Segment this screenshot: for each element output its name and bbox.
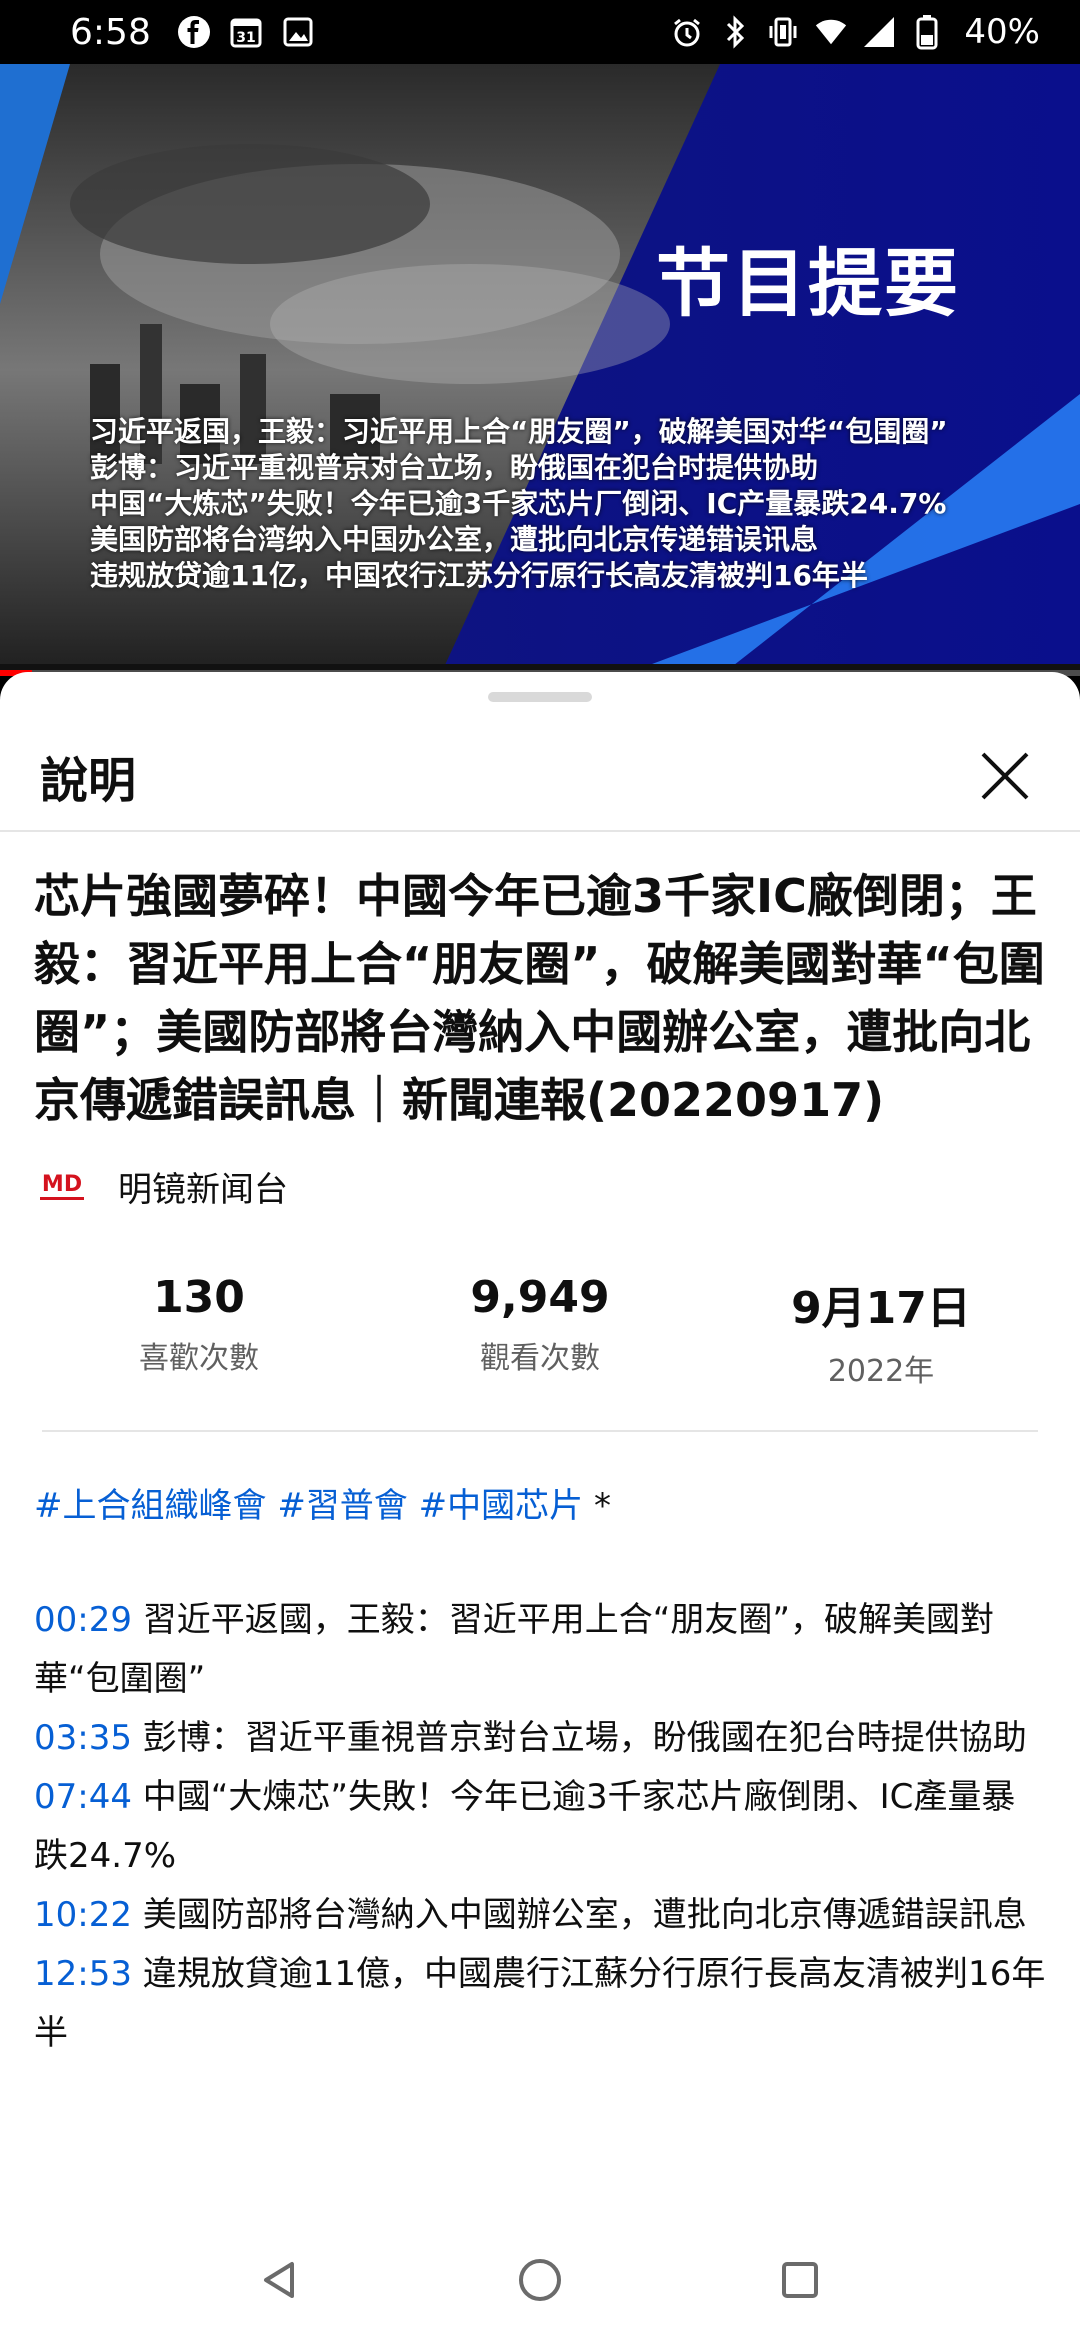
publish-year: 2022年: [827, 1354, 935, 1389]
video-line: 中国“大炼芯”失败！今年已逾3千家芯片厂倒闭、IC产量暴跌24.7%: [90, 487, 947, 520]
wifi-icon: [814, 15, 848, 49]
chapter-timestamp[interactable]: 00:29: [34, 1600, 132, 1640]
chapter-timestamp[interactable]: 07:44: [34, 1777, 132, 1817]
publish-date: 9月17日: [791, 1283, 971, 1334]
description-sheet: 說明 芯片強國夢碎！中國今年已逾3千家IC廠倒閉；王毅：習近平用上合“朋友圈”，…: [0, 672, 1080, 2340]
hashtag-link[interactable]: #上合組織峰會: [34, 1486, 267, 1526]
facebook-icon: [177, 15, 211, 49]
video-overlay-title: 节目提要: [656, 241, 960, 327]
close-button[interactable]: [970, 741, 1040, 811]
chapter-item: 00:29 習近平返國，王毅：習近平用上合“朋友圈”，破解美國對華“包圍圈”: [34, 1591, 1046, 1709]
stats-row: 130 喜歡次數 9,949 觀看次數 9月17日 2022年: [34, 1272, 1046, 1390]
back-icon: [264, 2262, 294, 2298]
likes-stat: 130 喜歡次數: [64, 1272, 334, 1390]
views-stat: 9,949 觀看次數: [405, 1272, 675, 1390]
views-count: 9,949: [470, 1272, 610, 1323]
battery-percent: 40%: [964, 12, 1040, 52]
video-line: 违规放贷逾11亿，中国农行江苏分行原行长高友清被判16年半: [90, 559, 868, 592]
likes-count: 130: [153, 1272, 245, 1323]
hashtag-link[interactable]: #習普會: [277, 1486, 408, 1526]
likes-label: 喜歡次數: [139, 1341, 259, 1376]
chapter-text: 美國防部將台灣納入中國辦公室，遭批向北京傳遞錯誤訊息: [142, 1895, 1027, 1935]
hashtags: #上合組織峰會 #習普會 #中國芯片 *: [34, 1478, 1046, 1527]
calendar-icon: 31: [229, 15, 263, 49]
hashtag-suffix: *: [593, 1486, 611, 1526]
home-icon: [519, 2259, 561, 2301]
video-player[interactable]: 节目提要 习近平返国，王毅：习近平用上合“朋友圈”，破解美国对华“包围圈” 彭博…: [0, 64, 1080, 676]
date-stat: 9月17日 2022年: [746, 1272, 1016, 1390]
video-line: 彭博：习近平重视普京对台立场，盼俄国在犯台时提供协助: [90, 451, 819, 484]
video-overlay-lines: 习近平返国，王毅：习近平用上合“朋友圈”，破解美国对华“包围圈” 彭博：习近平重…: [90, 414, 948, 594]
sheet-header: 說明: [0, 722, 1080, 832]
divider: [42, 1430, 1038, 1432]
sheet-title: 說明: [40, 753, 137, 809]
chapter-item: 03:35 彭博：習近平重視普京對台立場，盼俄國在犯台時提供協助: [34, 1709, 1046, 1768]
home-button[interactable]: [510, 2250, 570, 2310]
status-time: 6:58: [70, 11, 151, 53]
video-line: 习近平返国，王毅：习近平用上合“朋友圈”，破解美国对华“包围圈”: [90, 415, 948, 448]
recents-button[interactable]: [770, 2250, 830, 2310]
channel-name[interactable]: 明镜新闻台: [118, 1162, 288, 1211]
chapter-item: 10:22 美國防部將台灣納入中國辦公室，遭批向北京傳遞錯誤訊息: [34, 1886, 1046, 1945]
chapter-item: 12:53 違規放貸逾11億，中國農行江蘇分行原行長高友清被判16年半: [34, 1945, 1046, 2063]
bluetooth-icon: [718, 15, 752, 49]
battery-icon: [910, 15, 944, 50]
chapter-text: 違規放貸逾11億，中國農行江蘇分行原行長高友清被判16年半: [34, 1954, 1046, 2053]
alarm-icon: [670, 15, 704, 49]
video-title: 芯片強國夢碎！中國今年已逾3千家IC廠倒閉；王毅：習近平用上合“朋友圈”，破解美…: [34, 869, 1045, 1127]
chapter-text: 彭博：習近平重視普京對台立場，盼俄國在犯台時提供協助: [142, 1718, 1027, 1758]
svg-text:MD: MD: [42, 1172, 82, 1197]
drag-handle[interactable]: [488, 692, 592, 702]
chapter-text: 習近平返國，王毅：習近平用上合“朋友圈”，破解美國對華“包圍圈”: [34, 1600, 995, 1699]
chapter-text: 中國“大煉芯”失敗！今年已逾3千家芯片廠倒閉、IC產量暴跌24.7%: [34, 1777, 1016, 1876]
chapter-timestamp[interactable]: 10:22: [34, 1895, 132, 1935]
chapter-timestamp[interactable]: 12:53: [34, 1954, 132, 1994]
views-label: 觀看次數: [480, 1341, 600, 1376]
calendar-day: 31: [236, 30, 255, 46]
chapter-timestamp[interactable]: 03:35: [34, 1718, 132, 1758]
video-line: 美国防部将台湾纳入中国办公室，遭批向北京传递错误讯息: [90, 523, 819, 556]
close-icon: [981, 752, 1029, 800]
channel-logo-icon: MD: [38, 1172, 86, 1200]
chapter-list: 00:29 習近平返國，王毅：習近平用上合“朋友圈”，破解美國對華“包圍圈” 0…: [34, 1591, 1046, 2063]
vibrate-icon: [766, 15, 800, 49]
image-icon: [281, 15, 315, 49]
status-bar: 6:58 31 40%: [0, 0, 1080, 64]
recents-icon: [782, 2262, 818, 2298]
description-content: 芯片強國夢碎！中國今年已逾3千家IC廠倒閉；王毅：習近平用上合“朋友圈”，破解美…: [34, 862, 1046, 2063]
signal-icon: [862, 15, 896, 49]
chapter-item: 07:44 中國“大煉芯”失敗！今年已逾3千家芯片廠倒閉、IC產量暴跌24.7%: [34, 1768, 1046, 1886]
navigation-bar: [0, 2220, 1080, 2340]
hashtag-link[interactable]: #中國芯片: [419, 1486, 584, 1526]
channel-row[interactable]: MD 明镜新闻台: [34, 1156, 1046, 1216]
back-button[interactable]: [250, 2250, 310, 2310]
